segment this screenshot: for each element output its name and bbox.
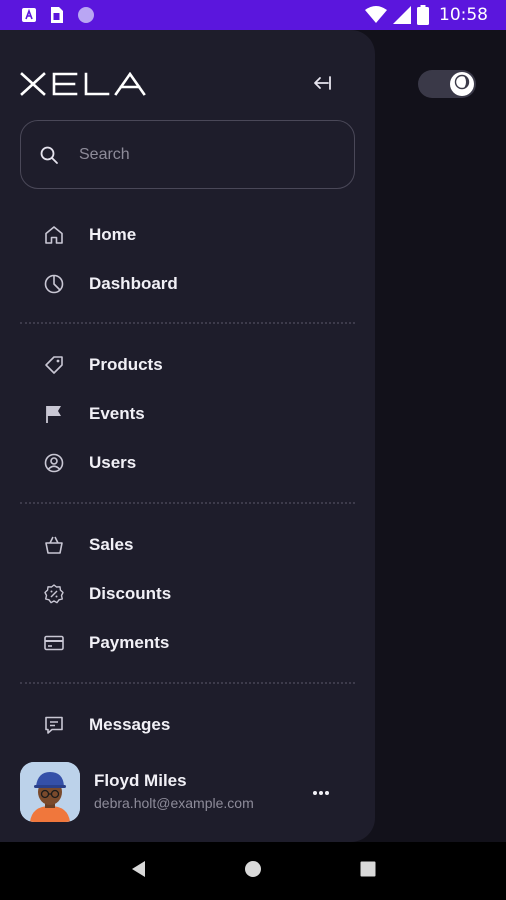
nav-item-discounts[interactable]: Discounts	[20, 572, 355, 616]
recents-button[interactable]	[353, 856, 383, 886]
nav-item-products[interactable]: Products	[20, 343, 355, 387]
nav-item-payments[interactable]: Payments	[20, 621, 355, 665]
search-input[interactable]	[79, 145, 309, 164]
flag-icon	[42, 402, 66, 426]
circle-notification-icon	[77, 6, 95, 24]
nav-label-dashboard: Dashboard	[89, 274, 178, 293]
back-icon	[130, 860, 146, 883]
credit-card-icon	[42, 631, 66, 655]
collapse-button[interactable]	[306, 72, 336, 98]
nav-label-events: Events	[89, 404, 145, 423]
moon-icon	[454, 74, 470, 95]
pie-chart-icon	[42, 272, 66, 296]
home-icon	[42, 223, 66, 247]
avatar	[20, 762, 80, 822]
nav-item-messages[interactable]: Messages	[20, 703, 355, 747]
nav-item-events[interactable]: Events	[20, 392, 355, 436]
status-bar-right: 10:58	[365, 5, 488, 25]
system-navigation-bar	[0, 842, 506, 900]
nav-label-users: Users	[89, 453, 137, 472]
divider	[20, 682, 355, 684]
signal-icon	[393, 6, 411, 24]
more-horizontal-icon	[312, 783, 330, 801]
back-button[interactable]	[123, 856, 153, 886]
battery-icon	[417, 5, 429, 25]
search-bar[interactable]	[20, 120, 355, 189]
home-button[interactable]	[238, 856, 268, 886]
sim-card-icon	[50, 7, 63, 23]
user-circle-icon	[42, 451, 66, 475]
nav-item-users[interactable]: Users	[20, 441, 355, 485]
profile-email: debra.holt@example.com	[94, 795, 254, 811]
user-profile[interactable]: Floyd Miles debra.holt@example.com	[20, 762, 355, 822]
profile-name: Floyd Miles	[94, 771, 187, 790]
theme-toggle[interactable]	[418, 70, 476, 98]
message-icon	[42, 713, 66, 737]
divider	[20, 322, 355, 324]
collapse-left-icon	[311, 75, 331, 96]
nav-label-payments: Payments	[89, 633, 170, 652]
basket-icon	[42, 533, 66, 557]
nav-label-sales: Sales	[89, 535, 134, 554]
nav-label-messages: Messages	[89, 715, 171, 734]
nav-item-home[interactable]: Home	[20, 213, 355, 257]
discount-badge-icon	[42, 582, 66, 606]
home-circle-icon	[244, 860, 262, 883]
profile-more-button[interactable]	[306, 780, 336, 804]
nav-label-discounts: Discounts	[89, 584, 172, 603]
nav-item-sales[interactable]: Sales	[20, 523, 355, 567]
status-bar-left	[22, 6, 95, 24]
clock: 10:58	[439, 5, 488, 25]
recents-icon	[360, 861, 376, 882]
nav-item-dashboard[interactable]: Dashboard	[20, 262, 355, 306]
tag-icon	[42, 353, 66, 377]
divider	[20, 502, 355, 504]
logo	[20, 71, 150, 96]
wifi-icon	[365, 6, 387, 24]
theme-toggle-knob	[450, 72, 474, 96]
app-a-icon	[22, 8, 36, 22]
nav-label-products: Products	[89, 355, 163, 374]
search-icon	[39, 144, 61, 166]
status-bar: 10:58	[0, 0, 506, 30]
nav-label-home: Home	[89, 225, 137, 244]
